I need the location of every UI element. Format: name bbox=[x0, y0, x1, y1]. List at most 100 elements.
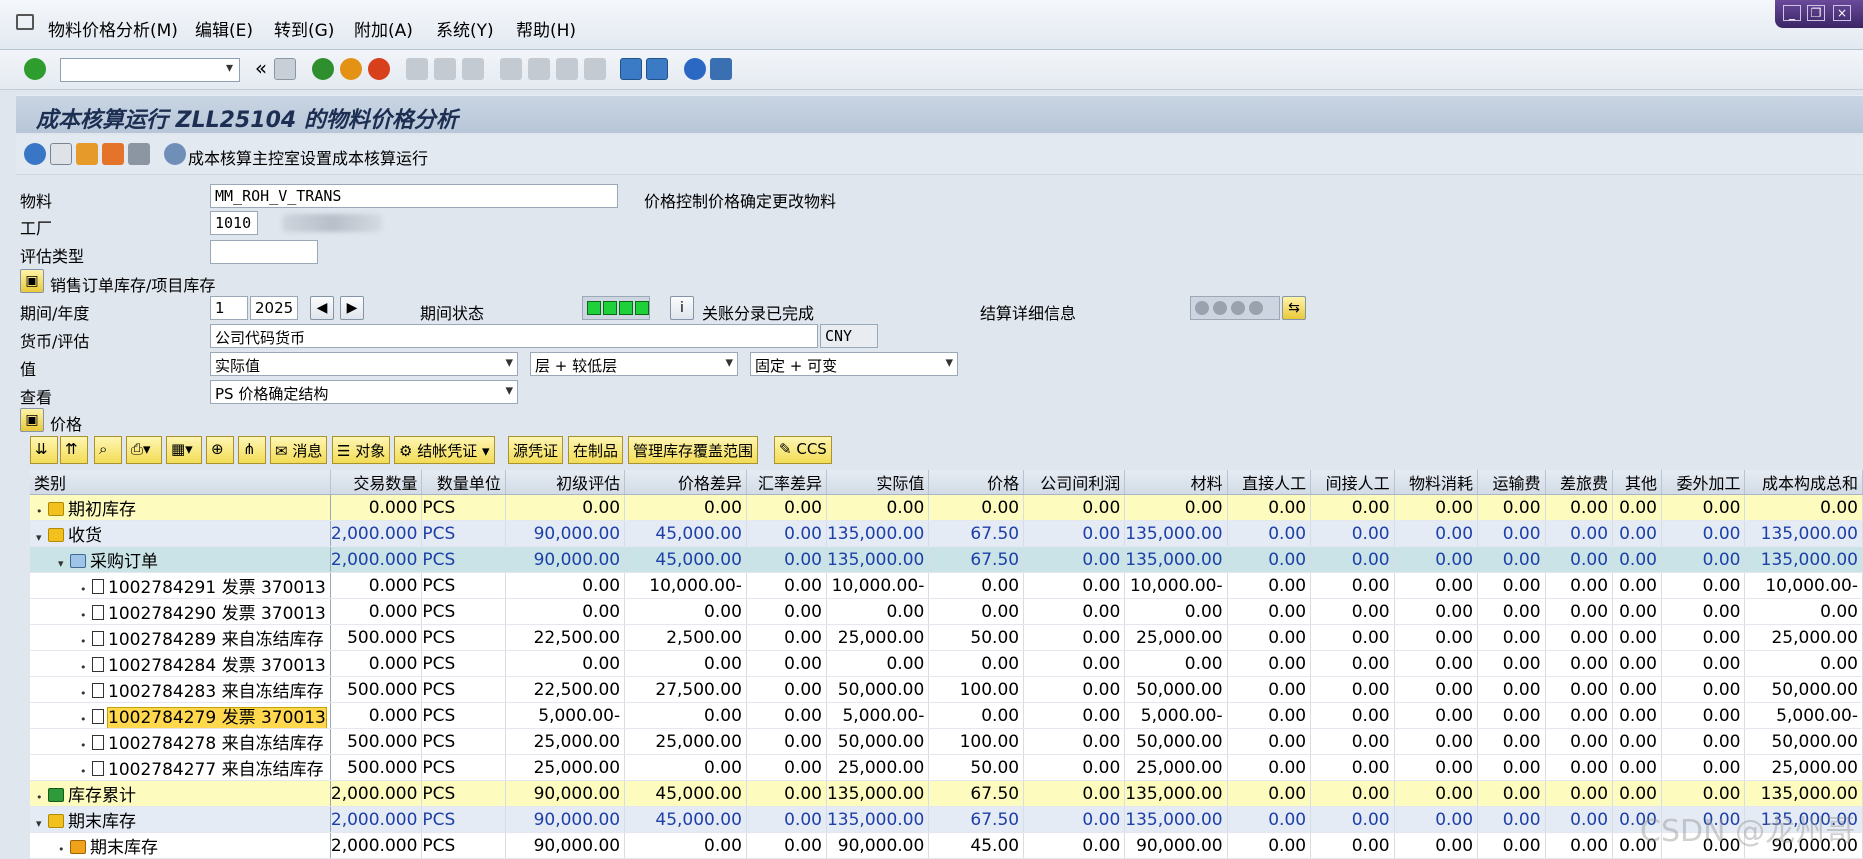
wip-button[interactable]: 在制品 bbox=[568, 436, 624, 464]
tree-node-icon[interactable]: • bbox=[80, 583, 92, 596]
table-row[interactable]: • 1002784283 来自冻结库存 500.000 PCS 22,500.00 27,… bbox=[30, 676, 1863, 703]
ccs-button[interactable]: ✎ CCS bbox=[774, 436, 832, 464]
plant-field[interactable]: 1010 bbox=[210, 211, 258, 235]
column-header[interactable]: 公司间利润 bbox=[1023, 470, 1126, 495]
column-header[interactable]: 其他 bbox=[1612, 470, 1662, 495]
tree-node-icon[interactable]: • bbox=[80, 765, 92, 778]
analysis-icon[interactable] bbox=[164, 143, 186, 165]
binoculars-icon[interactable]: ⌕ bbox=[94, 436, 122, 464]
column-header[interactable]: 物料消耗 bbox=[1394, 470, 1479, 495]
category-cell[interactable]: ▾ 期末库存 bbox=[30, 806, 331, 833]
column-header[interactable]: 材料 bbox=[1124, 470, 1228, 495]
table-row[interactable]: ▾ 收货 2,000.000 PCS 90,000.00 45,000.00 0.00 135… bbox=[30, 520, 1863, 547]
tree-node-icon[interactable]: • bbox=[80, 635, 92, 648]
source-document-button[interactable]: 源凭证 bbox=[508, 436, 564, 464]
tree-node-icon[interactable]: • bbox=[80, 661, 92, 674]
next-period-button[interactable]: ▶ bbox=[340, 296, 364, 320]
tree-node-icon[interactable]: • bbox=[80, 687, 92, 700]
table-row[interactable]: • 1002784291 发票 370013 0.000 PCS 0.00 10,000.… bbox=[30, 572, 1863, 599]
column-header[interactable]: 初级评估 bbox=[505, 470, 626, 495]
exit-icon[interactable] bbox=[340, 58, 362, 80]
close-icon[interactable]: × bbox=[1833, 5, 1851, 21]
find-icon[interactable] bbox=[434, 58, 456, 80]
column-header[interactable]: 类别 bbox=[30, 470, 331, 495]
help-icon[interactable] bbox=[684, 58, 706, 80]
tree-node-icon[interactable]: • bbox=[80, 713, 92, 726]
menu-goto[interactable]: 转到(G) bbox=[274, 16, 334, 41]
info-icon[interactable]: i bbox=[670, 296, 694, 320]
details-icon[interactable] bbox=[50, 143, 72, 165]
previous-period-button[interactable]: ◀ bbox=[310, 296, 334, 320]
display-object-icon[interactable] bbox=[102, 143, 124, 165]
tree-node-icon[interactable]: • bbox=[36, 505, 48, 518]
year-field[interactable]: 2025 bbox=[250, 296, 298, 320]
category-cell[interactable]: • 1002784283 来自冻结库存 bbox=[30, 676, 331, 703]
column-header[interactable]: 差旅费 bbox=[1545, 470, 1614, 495]
category-cell[interactable]: • 1002784278 来自冻结库存 bbox=[30, 728, 331, 755]
chevron-left-icon[interactable]: « bbox=[250, 58, 272, 80]
expand-toggle-icon[interactable]: ▾ bbox=[36, 531, 48, 544]
enter-check-icon[interactable] bbox=[24, 58, 46, 80]
category-cell[interactable]: ▾ 采购订单 bbox=[30, 546, 331, 573]
objects-button[interactable]: ☰ 对象 bbox=[332, 436, 391, 464]
calculator-icon[interactable] bbox=[128, 143, 150, 165]
column-header[interactable]: 委外加工 bbox=[1661, 470, 1746, 495]
first-page-icon[interactable] bbox=[500, 58, 522, 80]
table-row[interactable]: • 库存累计 2,000.000 PCS 90,000.00 45,000.00 0.00 1… bbox=[30, 780, 1863, 807]
save-icon[interactable] bbox=[274, 58, 296, 80]
layout-menu-icon[interactable]: ▦▾ bbox=[166, 436, 202, 464]
table-row[interactable]: • 1002784279 发票 370013 0.000 PCS 5,000.00- 0.… bbox=[30, 702, 1863, 729]
expand-toggle-icon[interactable]: ▾ bbox=[36, 817, 48, 830]
column-header[interactable]: 数量单位 bbox=[421, 470, 506, 495]
layer-select[interactable]: 层 + 较低层 bbox=[530, 352, 738, 376]
currency-field[interactable]: 公司代码货币 bbox=[210, 324, 818, 348]
print-menu-icon[interactable]: ⎙▾ bbox=[126, 436, 162, 464]
new-session-icon[interactable] bbox=[620, 58, 642, 80]
category-cell[interactable]: • 1002784279 发票 370013 bbox=[30, 702, 331, 729]
category-cell[interactable]: • 期末库存 bbox=[30, 832, 331, 859]
minimize-icon[interactable]: _ bbox=[1783, 5, 1801, 21]
stock-coverage-button[interactable]: 管理库存覆盖范围 bbox=[628, 436, 759, 464]
restore-icon[interactable]: ❐ bbox=[1807, 5, 1825, 21]
cancel-icon[interactable] bbox=[368, 58, 390, 80]
create-shortcut-icon[interactable] bbox=[646, 58, 668, 80]
menu-help[interactable]: 帮助(H) bbox=[516, 16, 576, 41]
find-next-icon[interactable] bbox=[462, 58, 484, 80]
print-icon[interactable] bbox=[406, 58, 428, 80]
period-field[interactable]: 1 bbox=[210, 296, 248, 320]
collapse-icon[interactable]: ⇈ bbox=[60, 436, 88, 464]
next-page-icon[interactable] bbox=[556, 58, 578, 80]
menu-extras[interactable]: 附加(A) bbox=[354, 16, 413, 41]
table-row[interactable]: • 1002784290 发票 370013 0.000 PCS 0.00 0.00 0.0… bbox=[30, 598, 1863, 625]
table-row[interactable]: ▾ 采购订单 2,000.000 PCS 90,000.00 45,000.00 0.00 1… bbox=[30, 546, 1863, 573]
column-header[interactable]: 运输费 bbox=[1477, 470, 1546, 495]
menu-system[interactable]: 系统(Y) bbox=[436, 16, 494, 41]
zoom-icon[interactable]: ⊕ bbox=[206, 436, 234, 464]
table-row[interactable]: • 期初库存 0.000 PCS 0.00 0.00 0.00 0.00 0.00 0.00 0.0… bbox=[30, 494, 1863, 521]
structure-icon[interactable]: ⋔ bbox=[238, 436, 266, 464]
category-cell[interactable]: ▾ 收货 bbox=[30, 520, 331, 547]
material-field[interactable]: MM_ROH_V_TRANS bbox=[210, 184, 618, 208]
expand-icon[interactable]: ⇊ bbox=[30, 436, 58, 464]
menu-material-price-analysis[interactable]: 物料价格分析(M) bbox=[48, 16, 178, 41]
column-header[interactable]: 价格 bbox=[928, 470, 1025, 495]
tree-node-icon[interactable]: • bbox=[80, 609, 92, 622]
menu-edit[interactable]: 编辑(E) bbox=[195, 16, 253, 41]
sales-order-stock-toggle-icon[interactable]: ▣ bbox=[20, 269, 44, 293]
last-page-icon[interactable] bbox=[584, 58, 606, 80]
layout-menu-icon[interactable] bbox=[710, 58, 732, 80]
back-icon[interactable] bbox=[312, 58, 334, 80]
table-row[interactable]: • 期末库存 2,000.000 PCS 90,000.00 0.00 0.00 90,000… bbox=[30, 832, 1863, 859]
table-row[interactable]: • 1002784277 来自冻结库存 500.000 PCS 25,000.00 0.0… bbox=[30, 754, 1863, 781]
tree-node-icon[interactable]: • bbox=[80, 739, 92, 752]
costing-cockpit-button[interactable]: 成本核算主控室 bbox=[188, 145, 300, 169]
price-toggle-icon[interactable]: ▣ bbox=[20, 408, 44, 432]
table-row[interactable]: ▾ 期末库存 2,000.000 PCS 90,000.00 45,000.00 0.00 1… bbox=[30, 806, 1863, 833]
column-header[interactable]: 交易数量 bbox=[330, 470, 423, 495]
setup-costing-run-button[interactable]: 设置成本核算运行 bbox=[300, 145, 428, 169]
fixed-variable-select[interactable]: 固定 + 可变 bbox=[750, 352, 958, 376]
column-header[interactable]: 实际值 bbox=[826, 470, 930, 495]
settlement-details-button[interactable]: ⇆ bbox=[1282, 296, 1306, 320]
category-cell[interactable]: • 1002784290 发票 370013 bbox=[30, 598, 331, 625]
messages-button[interactable]: ✉ 消息 bbox=[270, 436, 328, 464]
